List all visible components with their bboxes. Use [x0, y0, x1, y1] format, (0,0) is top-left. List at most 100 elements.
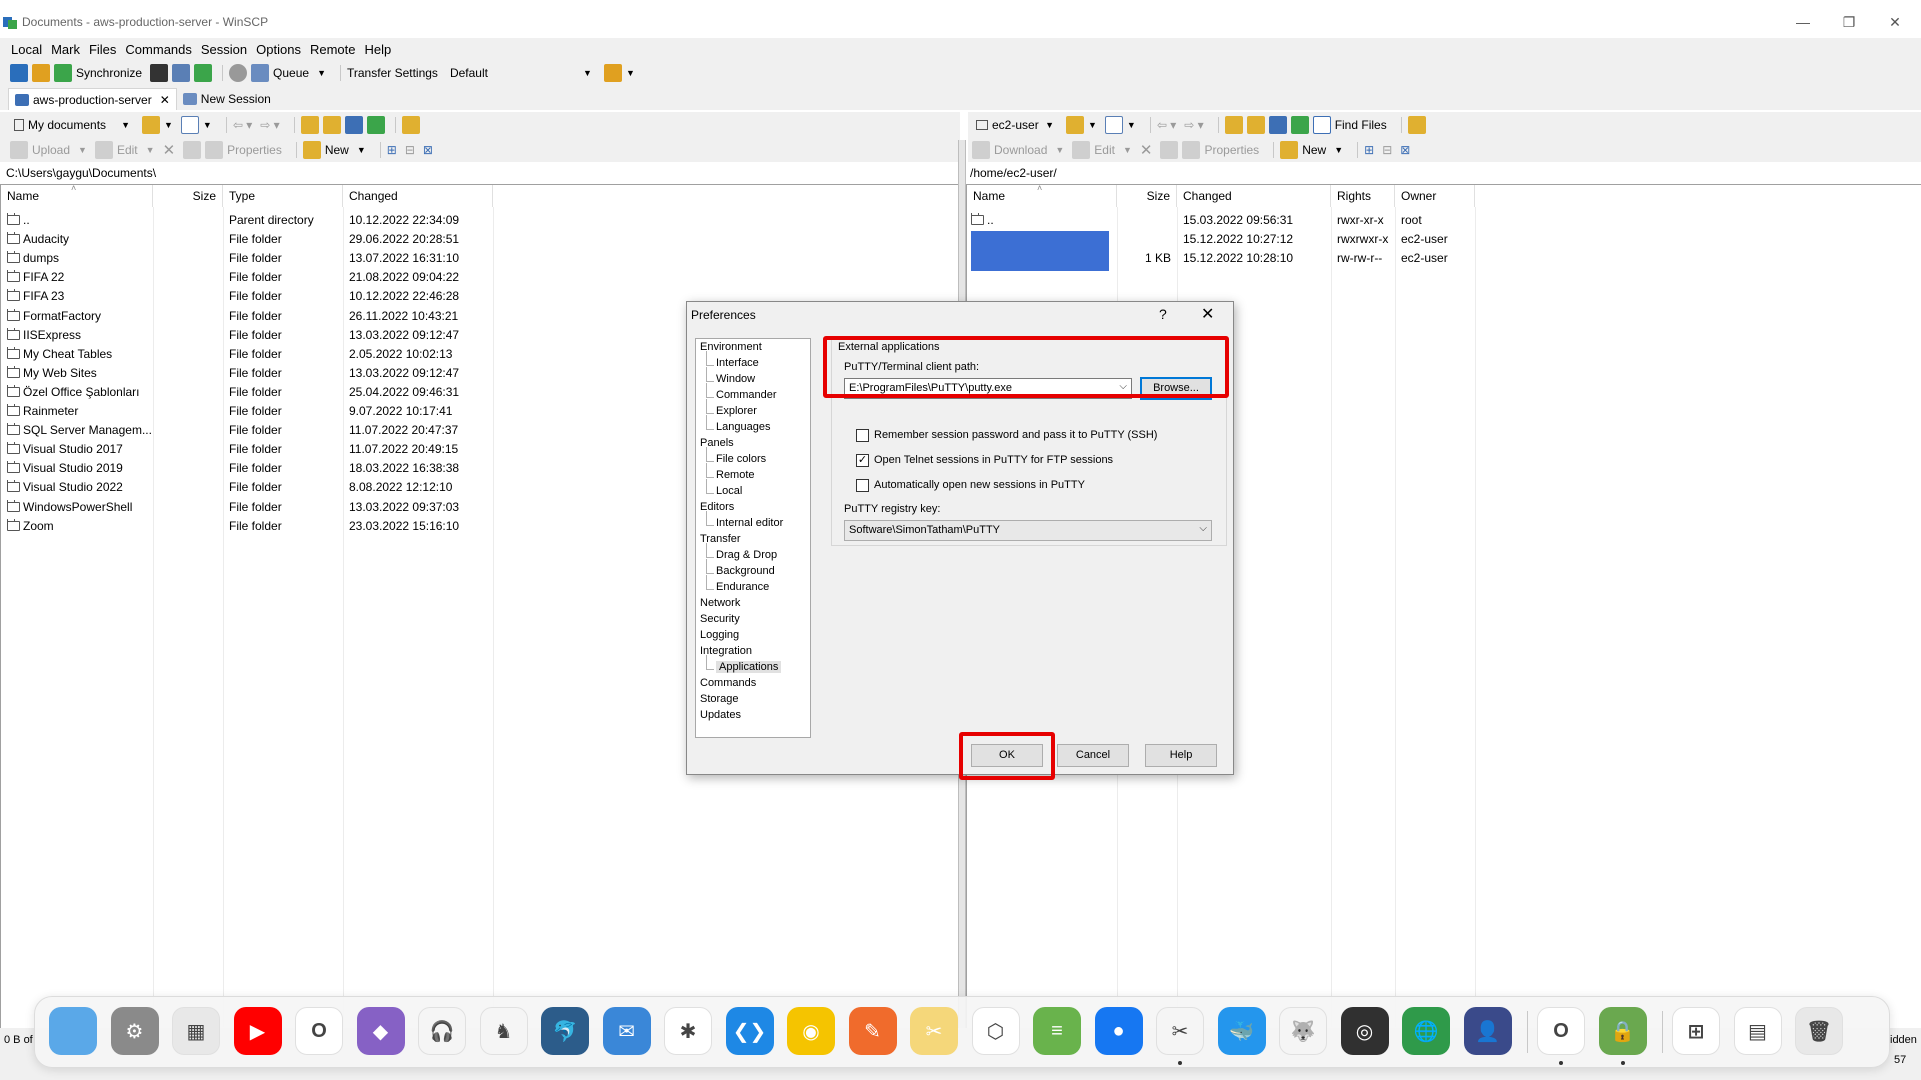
earth-icon[interactable]: 🌐	[1402, 1007, 1450, 1055]
rename-icon[interactable]	[183, 141, 202, 159]
refresh-icon[interactable]	[366, 116, 385, 134]
table-row[interactable]: SQL Server Managem... File folder 11.07.20…	[1, 421, 501, 440]
filter-icon[interactable]	[1104, 116, 1123, 134]
table-row[interactable]: 1 KB 15.12.2022 10:28:10 rw-rw-r-- ec2-user	[967, 249, 1487, 268]
chevron-down-icon[interactable]: ▼	[1088, 120, 1097, 130]
dialog-help-button[interactable]: ?	[1159, 306, 1167, 322]
tree-item-drag-drop[interactable]: Drag & Drop	[716, 549, 777, 561]
home-icon[interactable]	[1268, 116, 1287, 134]
tree-icon[interactable]	[1407, 116, 1426, 134]
right-properties-button[interactable]: Properties	[1204, 143, 1259, 157]
menu-files[interactable]: Files	[88, 42, 117, 57]
snipping-tool-icon[interactable]: ✂	[1156, 1007, 1204, 1055]
table-row[interactable]: FIFA 22 File folder 21.08.2022 09:04:22	[1, 268, 501, 287]
vscode-icon[interactable]: ❮❯	[725, 1007, 774, 1055]
telnet-sessions-checkbox[interactable]: ✓	[856, 454, 869, 467]
column-rights[interactable]: Rights	[1331, 185, 1395, 207]
preferences-gear-icon[interactable]	[229, 64, 248, 82]
close-window-button[interactable]: ✕	[1872, 8, 1918, 36]
tree-item-internal-editor[interactable]: Internal editor	[716, 517, 783, 529]
tor-icon[interactable]: ◉	[787, 1007, 835, 1055]
tree-item-applications[interactable]: Applications	[716, 661, 782, 673]
select-all-icon[interactable]: ⊞	[1364, 143, 1374, 157]
chevron-down-icon[interactable]: ▼	[1127, 120, 1136, 130]
table-row[interactable]: Zoom File folder 23.03.2022 15:16:10	[1, 517, 501, 536]
tree-item-window[interactable]: Window	[716, 373, 755, 385]
table-row[interactable]: My Cheat Tables File folder 2.05.2022 10:0…	[1, 345, 501, 364]
mysql-workbench-icon[interactable]: 🐬	[541, 1007, 589, 1055]
tree-item-commander[interactable]: Commander	[716, 389, 777, 401]
table-row[interactable]: 15.12.2022 10:27:12 rwxrwxr-x ec2-user	[967, 230, 1487, 249]
opera-gx-icon[interactable]: O	[1537, 1007, 1585, 1055]
forward-icon[interactable]: ⇨ ▾	[1184, 118, 1203, 132]
finder-icon[interactable]	[49, 1007, 97, 1055]
table-row[interactable]: Visual Studio 2022 File folder 8.08.2022 1…	[1, 478, 501, 497]
tree-item-file-colors[interactable]: File colors	[716, 453, 766, 465]
column-changed[interactable]: Changed	[343, 185, 493, 207]
trash-icon[interactable]: 🗑	[1795, 1007, 1843, 1055]
menu-commands[interactable]: Commands	[124, 42, 192, 57]
rename-icon[interactable]	[1160, 141, 1179, 159]
column-changed[interactable]: Changed	[1177, 185, 1331, 207]
transfer-preset-dropdown-icon[interactable]: ▼	[626, 68, 635, 78]
open-putty-icon[interactable]	[172, 64, 191, 82]
upload-button[interactable]: Upload	[32, 143, 70, 157]
maps-pin-icon[interactable]: ●	[1094, 1007, 1143, 1055]
launchpad-icon[interactable]: ▦	[172, 1007, 220, 1055]
tree-item-languages[interactable]: Languages	[716, 421, 770, 433]
find-files-button[interactable]: Find Files	[1335, 118, 1387, 132]
left-edit-button[interactable]: Edit	[117, 143, 138, 157]
system-settings-icon[interactable]: ⚙	[110, 1007, 159, 1055]
opera-icon[interactable]: O	[295, 1007, 343, 1055]
forward-icon[interactable]: ⇨ ▾	[260, 118, 279, 132]
transfer-settings-select[interactable]: Default ▼	[445, 63, 596, 83]
delete-icon[interactable]: ✕	[163, 141, 176, 159]
table-row[interactable]: Visual Studio 2017 File folder 11.07.2022 …	[1, 440, 501, 459]
right-location-select[interactable]: ec2-user ▼	[972, 115, 1058, 135]
delete-icon[interactable]: ✕	[1140, 141, 1153, 159]
table-row[interactable]: FormatFactory File folder 26.11.2022 10:43…	[1, 307, 501, 326]
select-all-icon[interactable]: ⊞	[387, 143, 397, 157]
tree-item-local[interactable]: Local	[716, 485, 742, 497]
tree-item-security[interactable]: Security	[700, 613, 740, 625]
menu-options[interactable]: Options	[255, 42, 302, 57]
chevron-down-icon[interactable]: ▼	[1123, 145, 1132, 155]
tree-icon[interactable]	[401, 116, 420, 134]
swift-playgrounds-icon[interactable]: ✎	[848, 1007, 897, 1055]
scrivener-icon[interactable]: ✂	[910, 1007, 958, 1055]
obs-icon[interactable]: ◎	[1340, 1007, 1389, 1055]
transfer-preset-icon[interactable]	[603, 64, 622, 82]
right-edit-button[interactable]: Edit	[1094, 143, 1115, 157]
deselect-icon[interactable]: ⊟	[1382, 143, 1392, 157]
column-size[interactable]: Size	[1117, 185, 1177, 207]
help-button[interactable]: Help	[1145, 744, 1217, 767]
tab-aws-production-server[interactable]: aws-production-server ✕	[8, 88, 177, 110]
registry-key-combo[interactable]: Software\SimonTatham\PuTTY ⌵	[844, 520, 1212, 541]
refresh-icon[interactable]	[1290, 116, 1309, 134]
home-icon[interactable]	[344, 116, 363, 134]
open-terminal-icon[interactable]	[150, 64, 169, 82]
back-icon[interactable]: ⇦ ▾	[233, 118, 252, 132]
compare-directories-icon[interactable]	[10, 64, 28, 82]
minimize-button[interactable]: —	[1780, 8, 1826, 36]
chevron-down-icon[interactable]: ▼	[1334, 145, 1343, 155]
tree-item-explorer[interactable]: Explorer	[716, 405, 757, 417]
table-row[interactable]: Visual Studio 2019 File folder 18.03.2022 …	[1, 459, 501, 478]
menu-help[interactable]: Help	[363, 42, 392, 57]
visual-studio-icon[interactable]: ◆	[356, 1007, 405, 1055]
tree-item-remote[interactable]: Remote	[716, 469, 755, 481]
right-new-button[interactable]: New	[1302, 143, 1326, 157]
synchronize-button[interactable]: Synchronize	[76, 66, 142, 80]
table-row[interactable]: dumps File folder 13.07.2022 16:31:10	[1, 249, 501, 268]
tree-item-updates[interactable]: Updates	[700, 709, 741, 721]
column-name[interactable]: Name ˄	[967, 183, 1117, 207]
column-name[interactable]: Name ˄	[1, 183, 153, 207]
queue-button[interactable]: Queue	[273, 66, 309, 80]
unity-icon[interactable]: ⬡	[971, 1007, 1020, 1055]
tree-item-integration[interactable]: Integration	[700, 645, 752, 657]
chevron-down-icon[interactable]: ▼	[1055, 145, 1064, 155]
auto-open-checkbox[interactable]	[856, 479, 869, 492]
chevron-down-icon[interactable]: ▼	[357, 145, 366, 155]
synchronize-browsing-icon[interactable]	[32, 64, 50, 82]
column-size[interactable]: Size	[153, 185, 223, 207]
